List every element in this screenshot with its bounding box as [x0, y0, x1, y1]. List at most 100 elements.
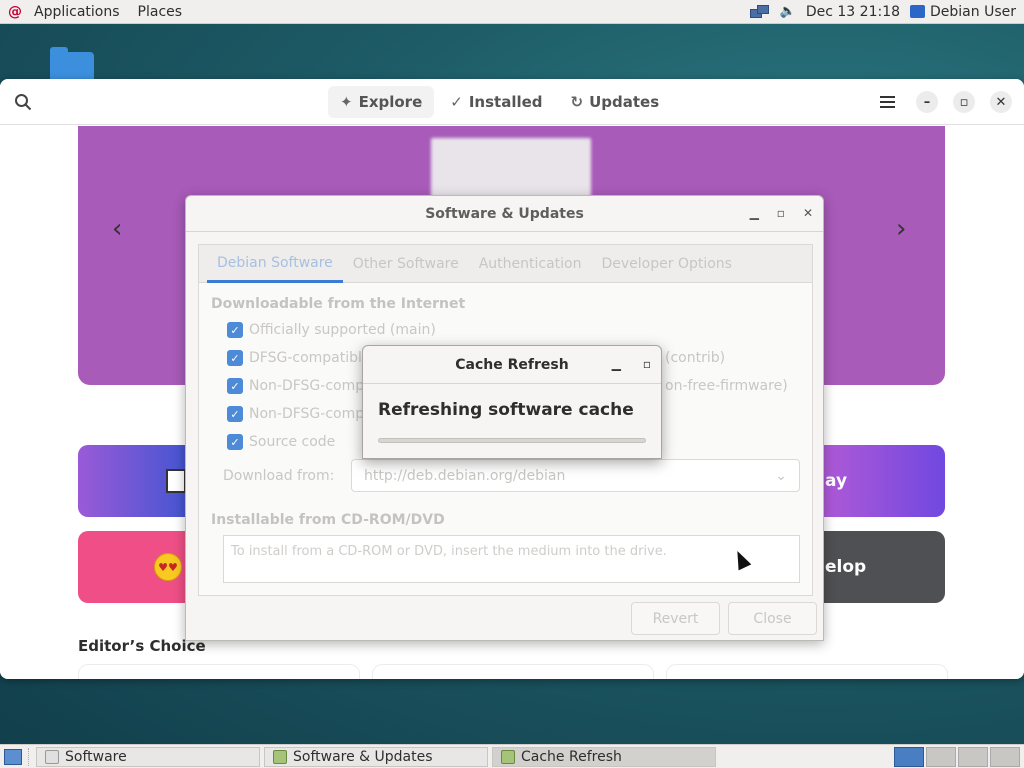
- workspace-2[interactable]: [926, 746, 956, 767]
- close-button[interactable]: ✕: [990, 91, 1012, 113]
- category-create[interactable]: [78, 445, 198, 517]
- close-dialog-button[interactable]: Close: [728, 602, 817, 635]
- tab-updates[interactable]: ↻ Updates: [559, 86, 672, 118]
- updates-icon: ↻: [570, 93, 584, 111]
- cache-refresh-progress-bar: [378, 438, 646, 443]
- workspace-4[interactable]: [990, 746, 1020, 767]
- show-desktop-icon[interactable]: [4, 748, 22, 765]
- software-app-icon: [45, 749, 59, 764]
- installed-icon: ✓: [450, 93, 463, 111]
- check-source-code-label: Source code: [249, 434, 336, 450]
- taskbar-item-label: Software: [65, 748, 127, 765]
- taskbar-item-software-updates[interactable]: Software & Updates: [264, 746, 488, 767]
- dialog-title: Cache Refresh: [455, 356, 569, 373]
- cache-refresh-dialog: Cache Refresh ▁ ▫ Refreshing software ca…: [362, 345, 662, 459]
- software-sources-titlebar: Software & Updates ▁ ▫ ✕: [186, 196, 823, 232]
- minimize-button[interactable]: –: [916, 91, 938, 113]
- category-develop[interactable]: elop: [805, 531, 945, 603]
- main-menu-button[interactable]: [876, 91, 898, 113]
- editors-choice-card[interactable]: [666, 664, 948, 679]
- cache-refresh-message: Refreshing software cache: [378, 400, 634, 420]
- network-icon[interactable]: [749, 4, 770, 19]
- cdrom-section-heading: Installable from CD-ROM/DVD: [211, 512, 445, 528]
- tab-explore-label: Explore: [358, 93, 423, 111]
- taskbar-item-cache-refresh[interactable]: Cache Refresh: [492, 746, 716, 767]
- tab-developer-options[interactable]: Developer Options: [592, 245, 742, 283]
- workspace-1[interactable]: [894, 746, 924, 767]
- explore-icon: ✦: [340, 93, 353, 111]
- contrib-suffix: (contrib): [665, 350, 726, 366]
- check-non-free-firmware-label: Non-DFSG-comp: [249, 378, 365, 394]
- tab-updates-label: Updates: [589, 93, 660, 111]
- editors-choice-card[interactable]: [78, 664, 360, 679]
- check-main[interactable]: ✓ Officially supported (main): [227, 322, 436, 338]
- check-main-label: Officially supported (main): [249, 322, 436, 338]
- minimize-icon[interactable]: ▁: [750, 206, 759, 220]
- close-icon[interactable]: ✕: [803, 206, 813, 220]
- checkbox-checked-icon[interactable]: ✓: [227, 350, 243, 366]
- carousel-previous-icon[interactable]: ‹: [112, 214, 122, 244]
- revert-button[interactable]: Revert: [631, 602, 720, 635]
- category-play[interactable]: ay: [805, 445, 945, 517]
- taskbar-item-label: Cache Refresh: [521, 748, 622, 765]
- carousel-next-icon[interactable]: ›: [896, 214, 906, 244]
- cache-refresh-app-icon: [501, 749, 515, 764]
- cdrom-list[interactable]: To install from a CD-ROM or DVD, insert …: [223, 535, 800, 583]
- applications-menu[interactable]: Applications: [28, 4, 126, 20]
- top-panel: @ Applications Places 🔈 Dec 13 21:18 Deb…: [0, 0, 1024, 24]
- tab-installed-label: Installed: [468, 93, 543, 111]
- software-view-switcher: ✦ Explore ✓ Installed ↻ Updates: [328, 86, 671, 118]
- featured-app-screenshot: [431, 138, 591, 198]
- taskbar-item-label: Software & Updates: [293, 748, 433, 765]
- workspace-3[interactable]: [958, 746, 988, 767]
- category-socialize[interactable]: ♥♥: [78, 531, 198, 603]
- tab-installed[interactable]: ✓ Installed: [438, 86, 554, 118]
- minimize-icon[interactable]: ▁: [612, 357, 621, 371]
- check-non-free[interactable]: ✓ Non-DFSG-comp: [227, 406, 364, 422]
- sources-tabbar: Debian Software Other Software Authentic…: [199, 245, 812, 283]
- editors-choice-card[interactable]: [372, 664, 654, 679]
- tab-authentication[interactable]: Authentication: [469, 245, 592, 283]
- user-name: Debian User: [930, 3, 1016, 20]
- maximize-button[interactable]: ▫: [953, 91, 975, 113]
- non-free-firmware-suffix: on-free-firmware): [665, 378, 788, 394]
- taskbar-item-software[interactable]: Software: [36, 746, 260, 767]
- tab-debian-software[interactable]: Debian Software: [207, 245, 343, 283]
- user-menu[interactable]: Debian User: [910, 4, 1016, 20]
- software-updates-app-icon: [273, 749, 287, 764]
- debian-logo-icon: @: [8, 3, 22, 20]
- search-icon[interactable]: [14, 93, 32, 111]
- cache-refresh-titlebar: Cache Refresh ▁ ▫: [363, 346, 661, 384]
- bottom-taskbar: Software Software & Updates Cache Refres…: [0, 744, 1024, 768]
- check-contrib-label: DFSG-compatibl: [249, 350, 362, 366]
- cdrom-hint: To install from a CD-ROM or DVD, insert …: [231, 544, 667, 559]
- checkbox-checked-icon[interactable]: ✓: [227, 434, 243, 450]
- maximize-icon[interactable]: ▫: [777, 206, 785, 220]
- category-play-label: ay: [825, 471, 848, 491]
- chevron-down-icon: ⌄: [775, 467, 787, 484]
- checkbox-checked-icon[interactable]: ✓: [227, 322, 243, 338]
- user-icon: [910, 5, 926, 18]
- download-from-label: Download from:: [223, 468, 335, 484]
- internet-section-heading: Downloadable from the Internet: [211, 296, 466, 312]
- clock[interactable]: Dec 13 21:18: [806, 4, 900, 20]
- places-menu[interactable]: Places: [132, 4, 189, 20]
- create-category-icon: [166, 469, 186, 493]
- maximize-icon[interactable]: ▫: [643, 357, 651, 371]
- download-server-select[interactable]: http://deb.debian.org/debian ⌄: [351, 459, 800, 492]
- tab-other-software[interactable]: Other Software: [343, 245, 469, 283]
- volume-icon[interactable]: 🔈: [780, 4, 796, 19]
- tab-explore[interactable]: ✦ Explore: [328, 86, 435, 118]
- checkbox-checked-icon[interactable]: ✓: [227, 378, 243, 394]
- heart-eyes-emoji-icon: ♥♥: [154, 553, 182, 581]
- taskbar-separator: [28, 747, 30, 766]
- category-develop-label: elop: [825, 557, 867, 577]
- window-title: Software & Updates: [425, 205, 584, 222]
- check-contrib[interactable]: ✓ DFSG-compatibl: [227, 350, 362, 366]
- check-non-free-label: Non-DFSG-comp: [249, 406, 365, 422]
- check-non-free-firmware[interactable]: ✓ Non-DFSG-comp: [227, 378, 364, 394]
- check-source-code[interactable]: ✓ Source code: [227, 434, 335, 450]
- workspace-switcher: [894, 746, 1024, 767]
- software-headerbar: ✦ Explore ✓ Installed ↻ Updates – ▫ ✕: [0, 79, 1024, 125]
- checkbox-checked-icon[interactable]: ✓: [227, 406, 243, 422]
